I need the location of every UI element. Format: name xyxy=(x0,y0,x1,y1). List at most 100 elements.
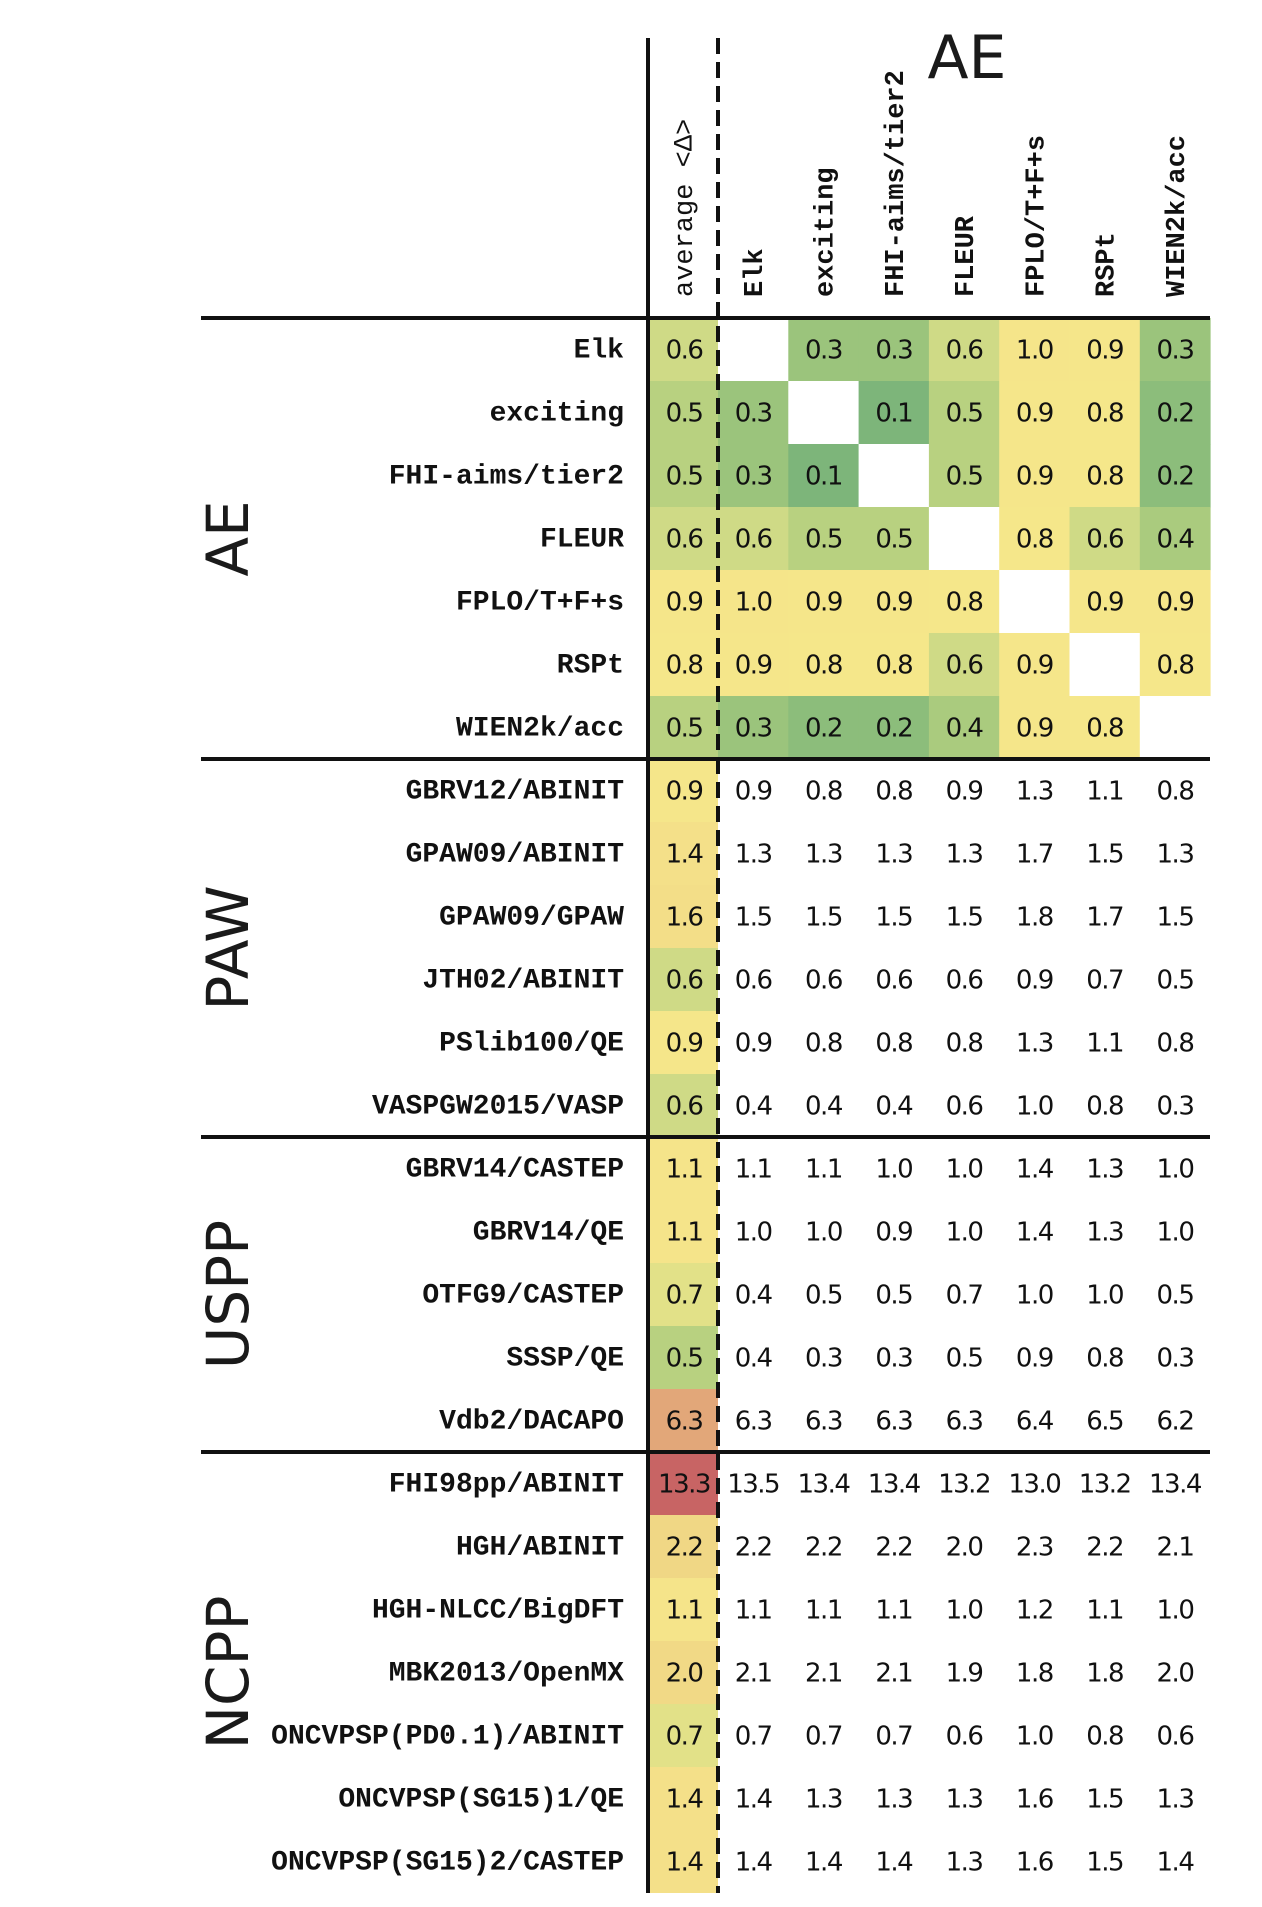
cell-value-label: 1.2 xyxy=(1016,1596,1053,1626)
average-value-label: 0.7 xyxy=(666,1722,703,1752)
cell-value-label: 1.4 xyxy=(1016,1155,1054,1185)
average-value-label: 0.6 xyxy=(666,336,703,366)
column-header: FHI-aims/tier2 xyxy=(882,70,912,297)
cell-value-label: 0.3 xyxy=(805,336,842,366)
empty-diagonal-cell xyxy=(718,318,789,381)
average-value-label: 0.5 xyxy=(666,462,703,492)
cell-value-label: 0.9 xyxy=(1016,1344,1053,1374)
row-label: RSPt xyxy=(557,651,624,682)
cell-value-label: 1.9 xyxy=(946,1659,983,1689)
column-header: WIEN2k/acc xyxy=(1163,135,1193,297)
cell-value-label: 0.6 xyxy=(946,1722,983,1752)
cell-value-label: 0.5 xyxy=(805,1281,842,1311)
cell-value-label: 0.4 xyxy=(805,1092,843,1122)
cell-value-label: 1.1 xyxy=(805,1155,842,1185)
cell-value-label: 0.8 xyxy=(1086,462,1123,492)
cell-value-label: 2.0 xyxy=(1157,1659,1194,1689)
cell-value-label: 0.3 xyxy=(1157,336,1194,366)
average-value-label: 13.3 xyxy=(658,1470,710,1500)
cell-value-label: 0.5 xyxy=(946,399,983,429)
average-value-label: 6.3 xyxy=(666,1407,703,1437)
cell-value-label: 1.3 xyxy=(735,840,772,870)
cell-value-label: 0.8 xyxy=(1086,1092,1123,1122)
cell-value-label: 1.0 xyxy=(1016,336,1053,366)
cell-value-label: 13.0 xyxy=(1008,1470,1060,1500)
group-label-ncpp: NCPP xyxy=(194,1596,262,1750)
cell-value-label: 1.0 xyxy=(805,1218,842,1248)
cell-value-label: 1.1 xyxy=(805,1596,842,1626)
cell-value-label: 1.8 xyxy=(1016,1659,1053,1689)
cell-value-label: 0.2 xyxy=(805,714,842,744)
cell-value-label: 1.3 xyxy=(875,840,912,870)
average-value-label: 0.5 xyxy=(666,714,703,744)
cell-value-label: 0.3 xyxy=(735,714,772,744)
cell-value-label: 6.3 xyxy=(875,1407,912,1437)
cell-value-label: 0.8 xyxy=(1086,1722,1123,1752)
cell-value-label: 0.3 xyxy=(1157,1344,1194,1374)
average-value-label: 1.4 xyxy=(666,1785,704,1815)
cell-value-label: 0.6 xyxy=(946,336,983,366)
cell-value-label: 1.3 xyxy=(1157,840,1194,870)
average-value-label: 0.6 xyxy=(666,525,703,555)
cell-value-label: 0.3 xyxy=(735,462,772,492)
cell-value-label: 1.0 xyxy=(1157,1596,1194,1626)
cell-value-label: 1.3 xyxy=(805,840,842,870)
cell-value-label: 0.8 xyxy=(875,1029,912,1059)
cell-value-label: 0.6 xyxy=(946,651,983,681)
cell-value-label: 0.4 xyxy=(735,1344,773,1374)
cell-value-label: 1.3 xyxy=(946,1785,983,1815)
row-label: Vdb2/DACAPO xyxy=(439,1407,624,1438)
cell-value-label: 0.9 xyxy=(946,777,983,807)
cell-value-label: 0.9 xyxy=(1157,588,1194,618)
cell-value-label: 0.9 xyxy=(1086,336,1123,366)
cell-value-label: 6.3 xyxy=(735,1407,772,1437)
cell-value-label: 1.8 xyxy=(1016,903,1053,933)
cell-value-label: 1.3 xyxy=(875,1785,912,1815)
average-value-label: 0.5 xyxy=(666,399,703,429)
row-label: ONCVPSP(PD0.1)/ABINIT xyxy=(271,1722,624,1753)
average-value-label: 1.1 xyxy=(666,1596,703,1626)
cell-value-label: 1.1 xyxy=(735,1155,772,1185)
cell-value-label: 1.1 xyxy=(1086,1029,1123,1059)
cell-value-label: 0.9 xyxy=(1016,399,1053,429)
cell-value-label: 1.3 xyxy=(805,1785,842,1815)
cell-value-label: 0.5 xyxy=(875,525,912,555)
cell-value-label: 1.4 xyxy=(875,1848,913,1878)
cell-value-label: 13.4 xyxy=(868,1470,921,1500)
cell-value-label: 0.1 xyxy=(805,462,842,492)
average-value-label: 0.6 xyxy=(666,966,703,996)
cell-value-label: 1.5 xyxy=(1086,1848,1123,1878)
cell-value-label: 0.6 xyxy=(946,1092,983,1122)
cell-value-label: 0.9 xyxy=(735,777,772,807)
cell-value-label: 0.2 xyxy=(1157,462,1194,492)
cell-value-label: 1.0 xyxy=(1157,1218,1194,1248)
column-header: Elk xyxy=(741,248,771,297)
cell-value-label: 0.7 xyxy=(805,1722,842,1752)
cell-value-label: 1.7 xyxy=(1016,840,1053,870)
average-value-label: 2.0 xyxy=(666,1659,703,1689)
row-label: FLEUR xyxy=(540,525,624,556)
cell-value-label: 1.8 xyxy=(1086,1659,1123,1689)
cell-value-label: 0.5 xyxy=(946,1344,983,1374)
row-label: GPAW09/ABINIT xyxy=(406,840,624,871)
cell-value-label: 0.8 xyxy=(1157,1029,1194,1059)
average-value-label: 1.1 xyxy=(666,1155,703,1185)
average-value-label: 0.6 xyxy=(666,1092,703,1122)
column-header: FPLO/T+F+s xyxy=(1022,135,1052,297)
cell-value-label: 0.4 xyxy=(1157,525,1195,555)
cell-value-label: 1.1 xyxy=(875,1596,912,1626)
row-label: PSlib100/QE xyxy=(439,1029,624,1060)
group-label-paw: PAW xyxy=(194,885,262,1010)
average-value-label: 1.4 xyxy=(666,840,704,870)
cell-value-label: 1.0 xyxy=(1016,1281,1053,1311)
cell-value-label: 1.5 xyxy=(735,903,772,933)
cell-value-label: 0.6 xyxy=(1086,525,1123,555)
row-label: Elk xyxy=(574,336,625,367)
empty-diagonal-cell xyxy=(999,570,1070,633)
cell-value-label: 0.4 xyxy=(946,714,984,744)
cell-value-label: 1.5 xyxy=(1086,1785,1123,1815)
average-value-label: 0.9 xyxy=(666,588,703,618)
column-header: exciting xyxy=(811,167,841,297)
cell-value-label: 0.9 xyxy=(1016,966,1053,996)
cell-value-label: 0.9 xyxy=(875,1218,912,1248)
